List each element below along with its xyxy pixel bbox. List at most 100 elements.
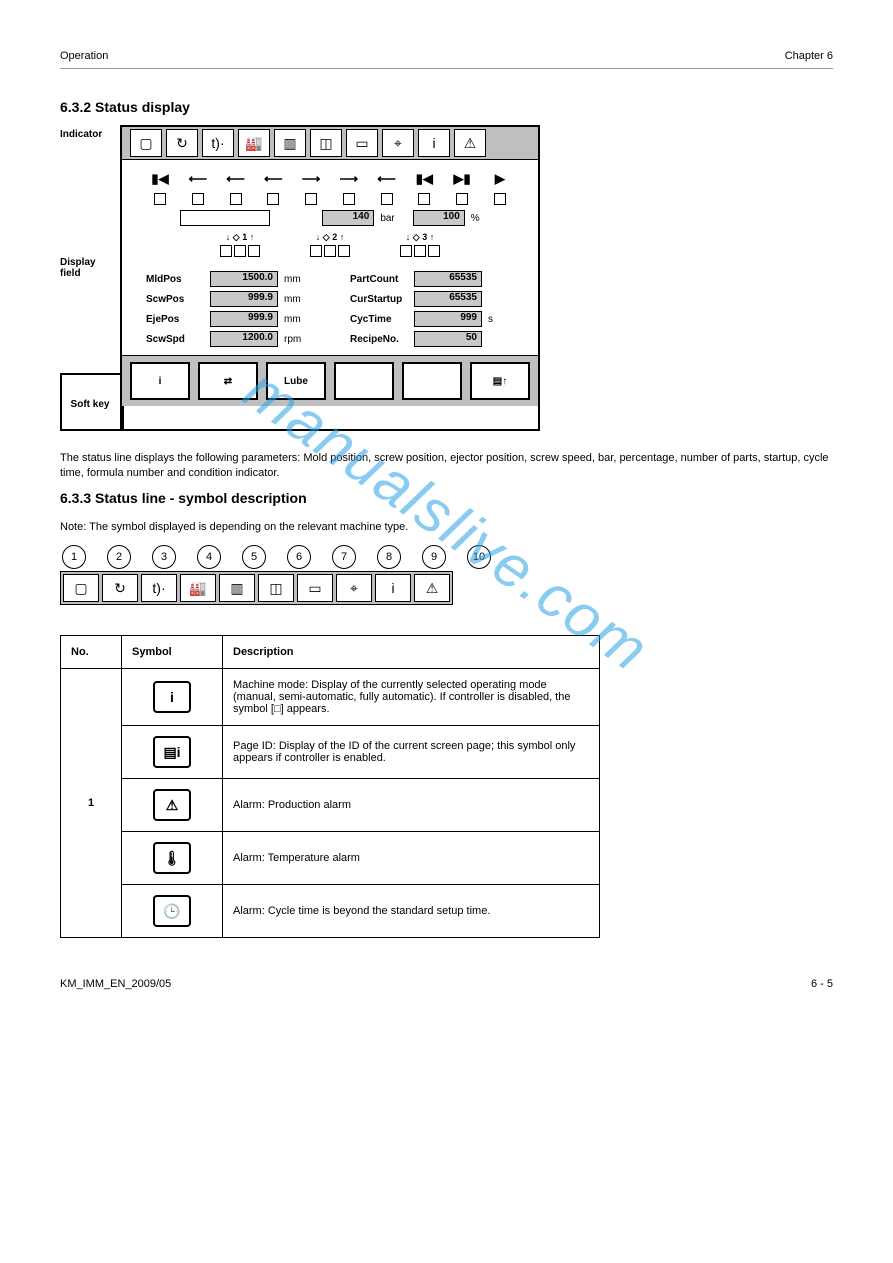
- check-box: [456, 193, 468, 205]
- th-symbol: Symbol: [122, 636, 223, 669]
- indicator-motor-icon: ◫: [258, 574, 294, 602]
- machine-mode-icon: i: [153, 681, 191, 713]
- dropset-1: ↓ ◇ 1 ↑: [220, 232, 260, 257]
- num-circle: 7: [332, 545, 356, 569]
- indicator-screen-icon: ▭: [297, 574, 333, 602]
- motion-icon: ▶: [486, 168, 514, 190]
- num-circle: 6: [287, 545, 311, 569]
- info-row-partcount: PartCount65535: [350, 271, 514, 287]
- motion-icon: ▶▮: [448, 168, 476, 190]
- row-desc: Machine mode: Display of the currently s…: [223, 669, 600, 726]
- footer-left: KM_IMM_EN_2009/05: [60, 978, 171, 990]
- status-description: The status line displays the following p…: [60, 451, 833, 482]
- footer-right: 6 - 5: [811, 978, 833, 990]
- softkey-cycle[interactable]: ⇄: [198, 362, 258, 400]
- info-row-ejepos: EjePos999.9mm: [146, 311, 310, 327]
- softkey-info[interactable]: i: [130, 362, 190, 400]
- row-desc: Alarm: Temperature alarm: [223, 832, 600, 885]
- check-box: [381, 193, 393, 205]
- check-box: [192, 193, 204, 205]
- check-box: [343, 193, 355, 205]
- indicator-preview: 1 2 3 4 5 6 7 8 9 10 ▢ ↻ t)· 🏭 ▥ ◫ ▭ ⌖ i…: [60, 545, 833, 605]
- th-description: Description: [223, 636, 600, 669]
- pressure-value: 140: [322, 210, 374, 226]
- softkey-empty2[interactable]: [402, 362, 462, 400]
- symbol-table: No. Symbol Description 1 i Machine mode:…: [60, 635, 600, 938]
- side-label-softkey: Soft key: [60, 373, 124, 431]
- dropset-3: ↓ ◇ 3 ↑: [400, 232, 440, 257]
- check-box: [418, 193, 430, 205]
- num-circle: 2: [107, 545, 131, 569]
- num-circle: 5: [242, 545, 266, 569]
- indicator-heater-icon: ▥: [219, 574, 255, 602]
- info-row-cyctime: CycTime999s: [350, 311, 514, 327]
- row-no: 1: [61, 669, 122, 938]
- clock-icon: 🕒: [153, 895, 191, 927]
- table-row: 1 i Machine mode: Display of the current…: [61, 669, 600, 726]
- indicator-time-icon: t)·: [141, 574, 177, 602]
- check-box: [230, 193, 242, 205]
- check-box: [305, 193, 317, 205]
- indicator-cycle-icon: ↻: [166, 129, 198, 157]
- softkey-pageup[interactable]: ▤↑: [470, 362, 530, 400]
- indicator-screen-icon: ▭: [346, 129, 378, 157]
- info-row-curstartup: CurStartup65535: [350, 291, 514, 307]
- indicator-barrel-icon: ⌖: [336, 574, 372, 602]
- page-header: Operation Chapter 6: [60, 50, 833, 69]
- section-title-symbol-desc: 6.3.3 Status line - symbol description: [60, 490, 833, 506]
- th-no: No.: [61, 636, 122, 669]
- check-box: [494, 193, 506, 205]
- motion-icon: ⟵: [373, 168, 401, 190]
- indicator-alarm-icon: ⚠: [454, 129, 486, 157]
- motion-icon: ⟵: [259, 168, 287, 190]
- indicator-cycle-icon: ↻: [102, 574, 138, 602]
- num-circle: 8: [377, 545, 401, 569]
- softkey-row: i ⇄ Lube ▤↑: [122, 355, 538, 406]
- num-circle: 10: [467, 545, 491, 569]
- table-row: ▤i Page ID: Display of the ID of the cur…: [61, 726, 600, 779]
- indicator-info2-icon: i: [375, 574, 411, 602]
- motion-check-row: [146, 192, 514, 206]
- indicator-motor-icon: ◫: [310, 129, 342, 157]
- indicator-barrel-icon: ⌖: [382, 129, 414, 157]
- indicator-robot-icon: 🏭: [180, 574, 216, 602]
- motion-icon: ▮◀: [146, 168, 174, 190]
- info-row-mldpos: MldPos1500.0mm: [146, 271, 310, 287]
- motion-icon: ▮◀: [410, 168, 438, 190]
- table-row: ⚠ Alarm: Production alarm: [61, 779, 600, 832]
- num-circle: 9: [422, 545, 446, 569]
- info-row-recipeno: RecipeNo.50: [350, 331, 514, 347]
- motion-icon: ⟵: [184, 168, 212, 190]
- indicator-robot-icon: 🏭: [238, 129, 270, 157]
- row-desc: Alarm: Production alarm: [223, 779, 600, 832]
- indicator-row: ▢ ↻ t)· 🏭 ▥ ◫ ▭ ⌖ i ⚠: [122, 127, 538, 160]
- pressure-unit: bar: [380, 213, 394, 224]
- indicator-info-icon: ▢: [130, 129, 162, 157]
- side-label-display: Display field: [60, 159, 120, 373]
- indicator-info-icon: ▢: [63, 574, 99, 602]
- check-box: [267, 193, 279, 205]
- softkey-empty1[interactable]: [334, 362, 394, 400]
- info-row-scwspd: ScwSpd1200.0rpm: [146, 331, 310, 347]
- indicator-heater-icon: ▥: [274, 129, 306, 157]
- motion-icon: ⟶: [297, 168, 325, 190]
- num-circle: 1: [62, 545, 86, 569]
- dropset-2: ↓ ◇ 2 ↑: [310, 232, 350, 257]
- indicator-info2-icon: i: [418, 129, 450, 157]
- num-circle: 3: [152, 545, 176, 569]
- header-left: Operation: [60, 50, 108, 62]
- info-column-left: MldPos1500.0mm ScwPos999.9mm EjePos999.9…: [146, 271, 310, 347]
- check-box: [154, 193, 166, 205]
- page-id-icon: ▤i: [153, 736, 191, 768]
- motion-icon: ⟵: [222, 168, 250, 190]
- temperature-icon: 🌡: [153, 842, 191, 874]
- percent-value: 100: [413, 210, 465, 226]
- status-screenshot: Indicator Display field Soft key ▢ ↻ t)·…: [60, 125, 833, 431]
- softkey-lube[interactable]: Lube: [266, 362, 326, 400]
- side-label-indicator: Indicator: [60, 125, 120, 159]
- indicator-alarm-icon: ⚠: [414, 574, 450, 602]
- row-desc: Alarm: Cycle time is beyond the standard…: [223, 885, 600, 938]
- header-right: Chapter 6: [785, 50, 833, 62]
- table-row: 🌡 Alarm: Temperature alarm: [61, 832, 600, 885]
- table-row: 🕒 Alarm: Cycle time is beyond the standa…: [61, 885, 600, 938]
